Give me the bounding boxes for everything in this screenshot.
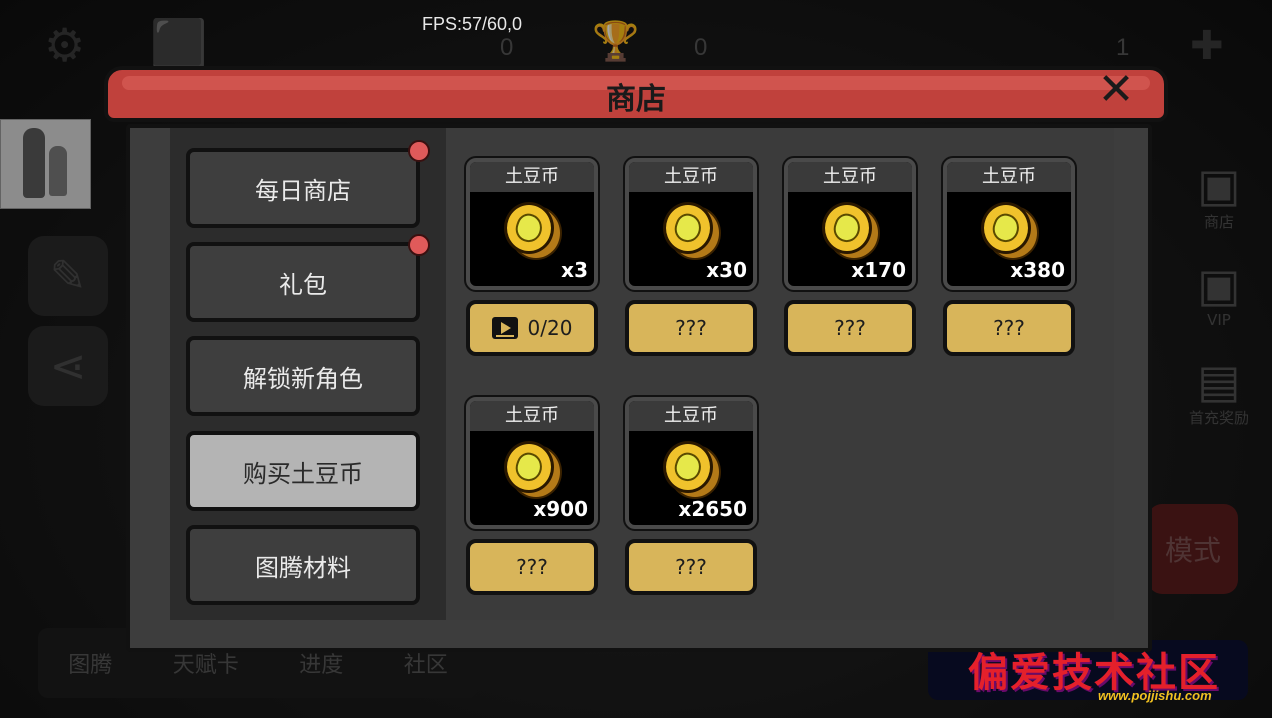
potato-coin-icon — [663, 202, 721, 260]
price-label: 0/20 — [527, 316, 573, 340]
price-label: ??? — [993, 316, 1025, 340]
sidebar-item-label: 购买土豆币 — [243, 459, 363, 488]
price-label: ??? — [675, 316, 707, 340]
price-label: ??? — [516, 555, 548, 579]
price-label: ??? — [675, 555, 707, 579]
product-quantity: x170 — [851, 258, 906, 282]
product-name: 土豆币 — [470, 401, 594, 431]
close-icon[interactable]: ✕ — [1094, 68, 1138, 112]
product-card[interactable]: 土豆币 x170 — [782, 156, 918, 292]
product-name: 土豆币 — [788, 162, 912, 192]
potato-coin-icon — [663, 441, 721, 499]
product-quantity: x30 — [706, 258, 747, 282]
sidebar-item-label: 解锁新角色 — [243, 364, 363, 393]
dialog-header: 商店 ✕ — [98, 62, 1202, 160]
product-card[interactable]: 土豆币 x900 — [464, 395, 600, 531]
product-card[interactable]: 土豆币 x3 — [464, 156, 600, 292]
notification-dot — [408, 234, 430, 256]
potato-coin-icon — [504, 202, 562, 260]
notification-dot — [408, 140, 430, 162]
potato-coin-icon — [822, 202, 880, 260]
product-grid: 土豆币 x3 0/20 土豆币 x30 ??? 土豆币 x170 ??? 土豆币… — [446, 128, 1114, 620]
price-label: ??? — [834, 316, 866, 340]
sidebar-item-buy-potato-coin[interactable]: 购买土豆币 — [186, 431, 420, 511]
sidebar-item-label: 礼包 — [279, 270, 327, 299]
sidebar-item-totem-material[interactable]: 图腾材料 — [186, 525, 420, 605]
watch-ad-button[interactable]: 0/20 — [466, 300, 598, 356]
product-quantity: x3 — [561, 258, 588, 282]
product-card[interactable]: 土豆币 x30 — [623, 156, 759, 292]
buy-button[interactable]: ??? — [625, 300, 757, 356]
sidebar-item-unlock-character[interactable]: 解锁新角色 — [186, 336, 420, 416]
product-name: 土豆币 — [947, 162, 1071, 192]
product-quantity: x900 — [533, 497, 588, 521]
dialog-title: 商店 — [606, 82, 666, 117]
sidebar-item-label: 每日商店 — [255, 176, 351, 205]
potato-coin-icon — [504, 441, 562, 499]
sidebar-item-gift-pack[interactable]: 礼包 — [186, 234, 430, 322]
product-quantity: x380 — [1010, 258, 1065, 282]
video-ad-icon — [491, 317, 518, 339]
product-quantity: x2650 — [678, 497, 747, 521]
buy-button[interactable]: ??? — [466, 539, 598, 595]
potato-coin-icon — [981, 202, 1039, 260]
product-card[interactable]: 土豆币 x380 — [941, 156, 1077, 292]
shop-sidebar: 每日商店 礼包 解锁新角色 购买土豆币 图腾材料 — [170, 128, 446, 620]
product-card[interactable]: 土豆币 x2650 — [623, 395, 759, 531]
fps-counter: FPS:57/60,0 — [422, 14, 523, 34]
buy-button[interactable]: ??? — [625, 539, 757, 595]
shop-dialog: 每日商店 礼包 解锁新角色 购买土豆币 图腾材料 土豆币 x3 0/20 土豆币… — [126, 124, 1152, 652]
sidebar-item-daily-shop[interactable]: 每日商店 — [186, 140, 430, 228]
shop-content: 每日商店 礼包 解锁新角色 购买土豆币 图腾材料 土豆币 x3 0/20 土豆币… — [170, 128, 1114, 620]
sidebar-item-label: 图腾材料 — [255, 553, 351, 582]
product-name: 土豆币 — [629, 162, 753, 192]
buy-button[interactable]: ??? — [943, 300, 1075, 356]
product-name: 土豆币 — [470, 162, 594, 192]
watermark-url: www.pojjishu.com — [1098, 688, 1212, 703]
buy-button[interactable]: ??? — [784, 300, 916, 356]
product-name: 土豆币 — [629, 401, 753, 431]
